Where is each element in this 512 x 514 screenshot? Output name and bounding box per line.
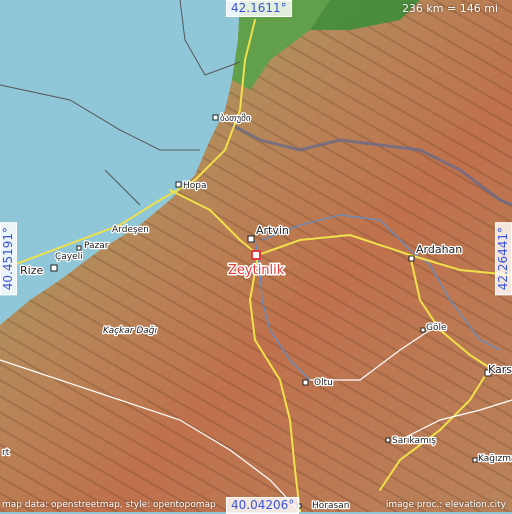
coord-bottom: 40.04206° — [226, 497, 299, 514]
coord-left: 40.45191° — [0, 222, 17, 295]
label-hopa: Hopa — [183, 181, 207, 191]
label-gole: Göle — [426, 323, 447, 333]
coord-top: 42.1611° — [226, 0, 292, 17]
label-ardesen: Ardeşen — [112, 225, 149, 235]
label-pazar: Pazar — [84, 241, 109, 251]
label-ardahan: Ardahan — [416, 243, 462, 256]
label-kars: Kars — [488, 363, 512, 376]
label-kagizman: Kağızman — [478, 454, 512, 464]
label-rize: Rize — [20, 264, 43, 277]
label-edge-rt: rt — [2, 448, 10, 458]
scale-text: 236 km = 146 mi — [402, 2, 498, 15]
label-zeytinlik[interactable]: Zeytinlik — [228, 263, 285, 278]
label-horasan: Horasan — [312, 501, 349, 511]
coord-right: 42.26441° — [495, 222, 512, 295]
label-artvin: Artvin — [256, 224, 289, 237]
label-oltu: Oltu — [314, 378, 333, 388]
topographic-map[interactable]: ბათუმი Hopa Artvin Ardahan Ardeşen Pazar… — [0, 0, 512, 512]
label-cayeli: Çayeli — [55, 252, 83, 262]
label-batumi: ბათუმი — [220, 113, 251, 124]
label-sarikamis: Sarıkamış — [392, 436, 436, 446]
attribution-right: image proc.: elevation.city — [386, 500, 506, 510]
label-kackar: Kaçkar Dağı — [103, 326, 157, 336]
attribution-left: map data: openstreetmap, style: opentopo… — [2, 500, 216, 510]
zeytinlik-marker[interactable] — [252, 251, 260, 259]
